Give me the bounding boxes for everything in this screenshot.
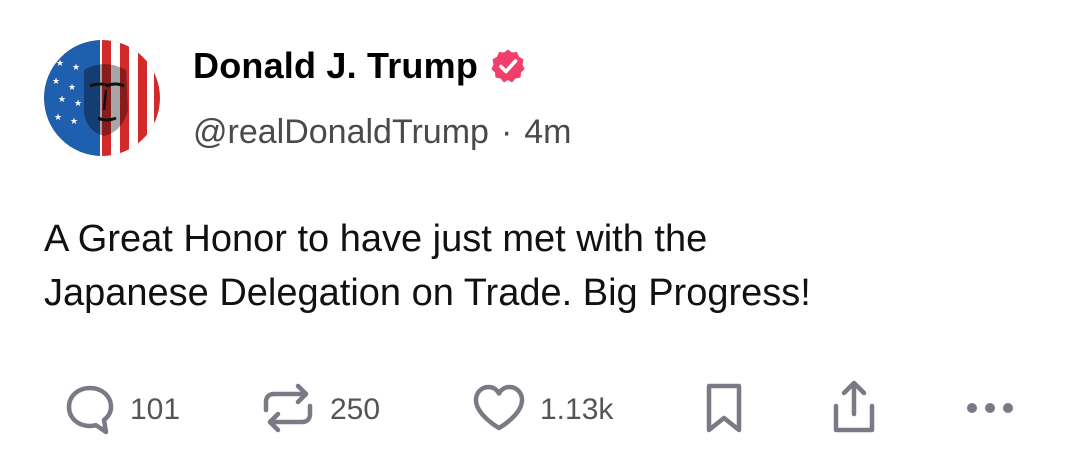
post-text: A Great Honor to have just met with the …	[44, 212, 1044, 320]
reply-button[interactable]: 101	[62, 380, 180, 440]
avatar-image: ★ ★ ★ ★ ★ ★ ★ ★	[44, 40, 160, 156]
svg-text:★: ★	[52, 77, 60, 87]
verified-badge-icon	[490, 48, 526, 84]
svg-text:★: ★	[68, 83, 76, 93]
action-bar: 101 250 1.13k	[0, 380, 1080, 440]
svg-text:★: ★	[54, 113, 62, 123]
share-button[interactable]	[826, 380, 882, 440]
like-count: 1.13k	[540, 393, 614, 426]
svg-text:★: ★	[70, 117, 78, 127]
author-handle-row: @realDonaldTrump · 4m	[193, 110, 572, 154]
more-options-button[interactable]	[960, 380, 1020, 440]
more-icon	[960, 380, 1020, 441]
post-text-line: Japanese Delegation on Trade. Big Progre…	[44, 272, 811, 314]
heart-icon	[470, 380, 528, 441]
reply-count: 101	[130, 393, 181, 426]
bookmark-button[interactable]	[700, 380, 748, 440]
post-text-line: A Great Honor to have just met with the	[44, 218, 708, 260]
reply-icon	[62, 380, 118, 441]
author-display-name[interactable]: Donald J. Trump	[193, 45, 478, 87]
post-card: ★ ★ ★ ★ ★ ★ ★ ★ Donald J. Trump @realDon…	[0, 0, 1080, 461]
author-name-row: Donald J. Trump	[193, 44, 526, 88]
share-icon	[826, 378, 882, 443]
repost-icon	[258, 380, 318, 441]
post-timestamp[interactable]: 4m	[524, 113, 571, 152]
time-separator: ·	[500, 112, 513, 151]
avatar[interactable]: ★ ★ ★ ★ ★ ★ ★ ★	[44, 40, 160, 156]
svg-text:★: ★	[74, 99, 82, 109]
svg-text:★: ★	[56, 59, 64, 69]
svg-text:★: ★	[58, 95, 66, 105]
like-button[interactable]: 1.13k	[470, 380, 613, 440]
repost-button[interactable]: 250	[258, 380, 380, 440]
author-handle[interactable]: @realDonaldTrump	[193, 113, 489, 152]
svg-text:★: ★	[72, 63, 80, 73]
repost-count: 250	[330, 393, 381, 426]
bookmark-icon	[700, 380, 748, 441]
